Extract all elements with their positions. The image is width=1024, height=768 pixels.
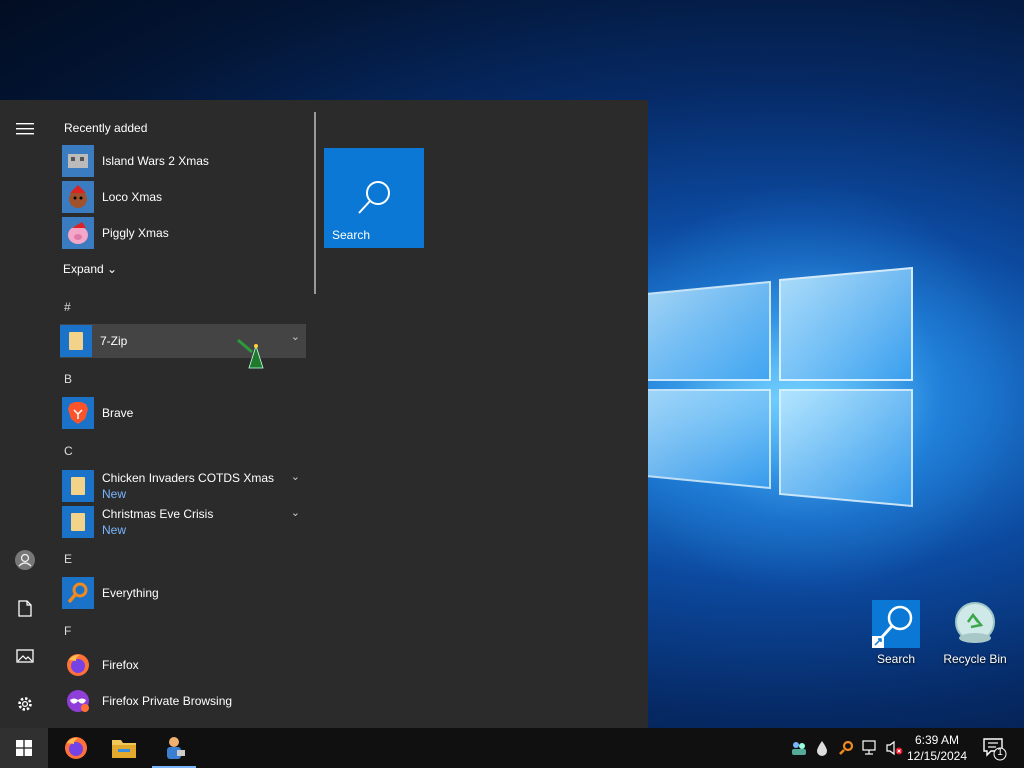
tray-network-people[interactable] [788, 728, 810, 768]
folder-icon [62, 506, 94, 538]
firefox-icon [62, 649, 94, 681]
documents-button[interactable] [8, 591, 42, 625]
search-icon [358, 181, 390, 214]
new-badge: New [102, 487, 127, 501]
pictures-button[interactable] [8, 639, 42, 673]
desktop-recycle-bin[interactable]: Recycle Bin [937, 600, 1013, 666]
desktop-icon-label: Search [876, 652, 916, 666]
chevron-down-icon[interactable]: ⌄ [291, 506, 300, 519]
loco-xmas-icon [62, 181, 94, 213]
tile-label: Search [332, 228, 371, 242]
group-letter-b[interactable]: B [64, 372, 72, 386]
desktop-search-shortcut[interactable]: Search [858, 600, 934, 666]
app-name: Island Wars 2 Xmas [102, 154, 209, 168]
everything-search-icon [839, 740, 854, 755]
desktop-icon-label: Recycle Bin [943, 652, 1007, 666]
tiles-area: Search [324, 148, 424, 248]
volume-muted-icon [886, 740, 903, 756]
tray-everything[interactable] [836, 728, 856, 768]
start-button[interactable] [0, 728, 48, 768]
taskbar-firefox[interactable] [52, 728, 100, 768]
group-letter-f[interactable]: F [64, 624, 71, 638]
app-chicken-invaders-cotds-xmas[interactable]: Chicken Invaders COTDS Xmas New ⌄ [62, 468, 306, 504]
group-letter-e[interactable]: E [64, 552, 72, 566]
app-name: Firefox Private Browsing [102, 694, 233, 708]
app-name: 7-Zip [100, 334, 128, 348]
app-name: Chicken Invaders COTDS Xmas [102, 471, 275, 485]
file-explorer-icon [112, 740, 136, 758]
document-icon [18, 599, 32, 617]
recently-added-header: Recently added [64, 121, 148, 135]
network-icon [862, 740, 876, 755]
folder-icon [62, 470, 94, 502]
notification-count: 1 [997, 747, 1003, 758]
tray-network[interactable] [860, 728, 882, 768]
everything-search-icon [62, 577, 94, 609]
taskbar-game-app[interactable] [150, 728, 198, 768]
app-firefox-private-browsing[interactable]: Firefox Private Browsing [62, 684, 306, 718]
app-brave[interactable]: Brave [62, 396, 306, 430]
taskbar-file-explorer[interactable] [100, 728, 148, 768]
picture-icon [16, 649, 34, 663]
start-rail [0, 100, 48, 728]
new-badge: New [102, 523, 127, 537]
taskbar-clock[interactable]: 6:39 AM 12/15/2024 [902, 732, 972, 764]
action-center-button[interactable]: 1 [980, 734, 1008, 762]
hamburger-icon [16, 123, 34, 135]
user-account-button[interactable] [8, 543, 42, 577]
game-app-icon [167, 737, 185, 759]
taskbar: 6:39 AM 12/15/2024 1 [0, 728, 1024, 768]
windows-logo-icon [16, 740, 32, 756]
clock-date: 12/15/2024 [906, 749, 968, 763]
clock-time: 6:39 AM [914, 733, 960, 747]
user-avatar-icon [15, 550, 35, 570]
chevron-down-icon[interactable]: ⌄ [291, 470, 300, 483]
chevron-down-icon: ⌄ [107, 262, 118, 276]
gear-icon [18, 697, 32, 711]
app-firefox[interactable]: Firefox [62, 648, 306, 682]
hamburger-menu-button[interactable] [8, 112, 42, 146]
group-letter-c[interactable]: C [64, 444, 73, 458]
expand-label: Expand [63, 262, 104, 276]
app-name: Piggly Xmas [102, 226, 169, 240]
app-name: Brave [102, 406, 134, 420]
app-list-scrollbar[interactable] [314, 112, 316, 294]
app-name: Christmas Eve Crisis [102, 507, 214, 521]
app-loco-xmas[interactable]: Loco Xmas [62, 180, 306, 214]
app-name: Firefox [102, 658, 139, 672]
app-island-wars-2-xmas[interactable]: Island Wars 2 Xmas [62, 144, 306, 178]
people-icon [792, 742, 806, 755]
chevron-down-icon[interactable]: ⌄ [291, 330, 300, 343]
brave-icon [62, 397, 94, 429]
app-name: Everything [102, 586, 159, 600]
island-wars-icon [62, 145, 94, 177]
tray-drop[interactable] [812, 728, 832, 768]
windows-wallpaper-logo [646, 266, 913, 508]
group-letter-hash[interactable]: # [64, 300, 71, 314]
firefox-private-icon [62, 685, 94, 717]
water-drop-icon [817, 741, 827, 756]
tile-search[interactable]: Search [324, 148, 424, 248]
firefox-icon [65, 737, 87, 759]
app-christmas-eve-crisis[interactable]: Christmas Eve Crisis New ⌄ [62, 504, 306, 540]
app-7-zip[interactable]: 7-Zip ⌄ [60, 324, 306, 358]
recycle-bin-icon [951, 600, 999, 648]
start-menu: Recently added Island Wars 2 Xmas Loco X… [0, 100, 648, 728]
app-list: Recently added Island Wars 2 Xmas Loco X… [48, 100, 312, 728]
search-icon [872, 600, 920, 648]
app-name: Loco Xmas [102, 190, 163, 204]
christmas-tree-cursor-icon [237, 338, 264, 369]
app-everything[interactable]: Everything [62, 576, 306, 610]
app-piggly-xmas[interactable]: Piggly Xmas [62, 216, 306, 250]
expand-button[interactable]: Expand ⌄ [63, 262, 117, 276]
folder-icon [60, 325, 92, 357]
tray-volume-muted[interactable] [884, 728, 904, 768]
settings-button[interactable] [8, 687, 42, 721]
piggly-xmas-icon [62, 217, 94, 249]
